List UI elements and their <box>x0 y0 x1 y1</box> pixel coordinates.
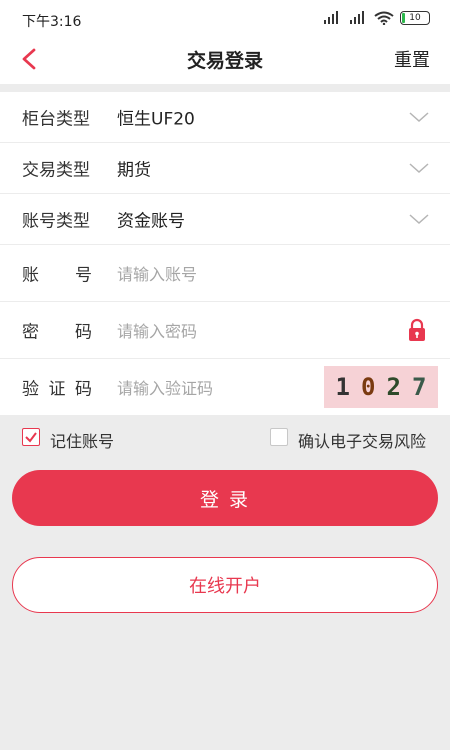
trade-type-value: 期货 <box>117 160 151 181</box>
password-input[interactable]: 请输入密码 <box>117 318 197 342</box>
chevron-down-icon <box>409 214 429 225</box>
open-account-button[interactable]: 在线开户 <box>12 557 438 613</box>
account-label: 账号 <box>22 261 92 286</box>
captcha-label-char-1: 验 <box>22 379 39 400</box>
captcha-digit: 0 <box>361 373 376 401</box>
confirm-risk-checkbox[interactable] <box>270 428 288 446</box>
battery-text: 10 <box>409 13 421 23</box>
chevron-down-icon <box>409 112 429 123</box>
counter-type-label: 柜台类型 <box>22 109 90 130</box>
account-type-value: 资金账号 <box>117 211 185 232</box>
password-label: 密码 <box>22 318 92 343</box>
password-label-char-2: 码 <box>75 322 92 343</box>
login-form: 柜台类型 恒生UF20 交易类型 期货 账号类型 资金账号 账号 请输入账号 密… <box>0 92 450 416</box>
nav-bar: 交易登录 重置 <box>0 34 450 84</box>
lock-icon[interactable] <box>406 318 428 342</box>
remember-account-checkbox[interactable] <box>22 428 40 446</box>
battery-level <box>402 13 405 23</box>
account-input[interactable]: 请输入账号 <box>117 261 197 285</box>
options-row: 记住账号 确认电子交易风险 <box>0 422 450 456</box>
page-title: 交易登录 <box>186 50 263 72</box>
captcha-image[interactable]: 1 0 2 7 <box>324 366 438 408</box>
account-type-select[interactable]: 账号类型 资金账号 <box>0 194 450 245</box>
status-icons: 10 <box>322 10 430 26</box>
counter-type-value: 恒生UF20 <box>117 109 195 130</box>
trade-type-label: 交易类型 <box>22 160 90 181</box>
account-label-char-1: 账 <box>22 265 39 286</box>
signal-hd-icon <box>324 11 338 24</box>
account-label-char-2: 号 <box>75 265 92 286</box>
confirm-risk-label[interactable]: 确认电子交易风险 <box>298 428 426 452</box>
battery-icon: 10 <box>400 11 430 25</box>
captcha-digit: 7 <box>412 373 427 401</box>
status-time: 下午3:16 <box>22 14 82 30</box>
captcha-label-char-2: 证 <box>48 379 66 400</box>
captcha-row: 验证码 请输入验证码 1 0 2 7 <box>0 359 450 416</box>
captcha-digit: 1 <box>335 373 350 401</box>
login-button[interactable]: 登 录 <box>12 470 438 526</box>
captcha-digit: 2 <box>386 373 401 401</box>
checkmark-icon <box>25 432 37 443</box>
password-label-char-1: 密 <box>22 322 39 343</box>
chevron-down-icon <box>409 163 429 174</box>
counter-type-select[interactable]: 柜台类型 恒生UF20 <box>0 92 450 143</box>
captcha-label-char-3: 码 <box>75 379 92 400</box>
password-row: 密码 请输入密码 <box>0 302 450 359</box>
trade-type-select[interactable]: 交易类型 期货 <box>0 143 450 194</box>
account-type-label: 账号类型 <box>22 211 90 232</box>
wifi-icon <box>374 11 394 25</box>
captcha-input[interactable]: 请输入验证码 <box>117 375 213 399</box>
remember-account-label[interactable]: 记住账号 <box>50 428 114 452</box>
reset-button[interactable]: 重置 <box>394 46 430 72</box>
signal-icon <box>350 11 364 24</box>
status-bar: 下午3:16 10 <box>0 0 450 34</box>
account-row: 账号 请输入账号 <box>0 245 450 302</box>
captcha-label: 验证码 <box>22 375 92 400</box>
